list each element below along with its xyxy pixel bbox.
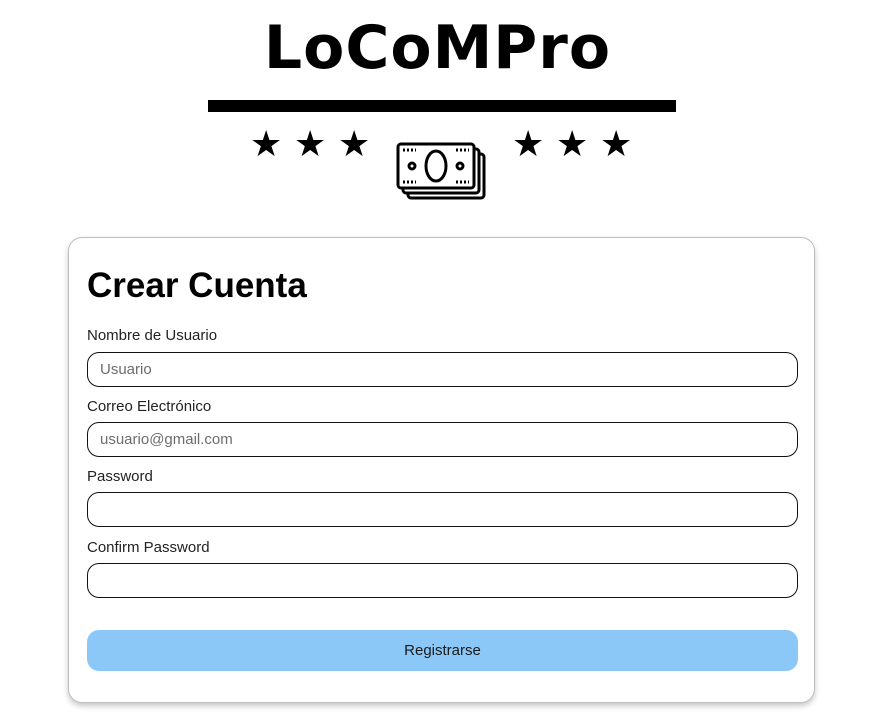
form-title: Crear Cuenta [87,266,307,305]
page: LoCoMPro ★ ★ ★ ★ ★ ★ Crear Cuenta Nombre… [0,0,875,727]
star-icon: ★ [512,123,545,164]
stars-left: ★ ★ ★ [250,123,371,164]
stars-right: ★ ★ ★ [512,123,633,164]
star-icon: ★ [600,123,633,164]
star-icon: ★ [556,123,589,164]
signup-card: Crear Cuenta Nombre de Usuario Correo El… [68,237,815,703]
email-label: Correo Electrónico [87,398,212,415]
username-input[interactable] [87,352,798,387]
password-label: Password [87,468,153,485]
confirm-password-label: Confirm Password [87,539,210,556]
password-input[interactable] [87,492,798,527]
register-button[interactable]: Registrarse [87,630,798,671]
brand-divider [208,100,676,112]
star-icon: ★ [338,123,371,164]
star-icon: ★ [250,123,283,164]
brand-title: LoCoMPro [263,13,612,83]
email-input[interactable] [87,422,798,457]
username-label: Nombre de Usuario [87,327,218,344]
money-bills-icon [396,142,486,200]
star-icon: ★ [294,123,327,164]
confirm-password-input[interactable] [87,563,798,598]
